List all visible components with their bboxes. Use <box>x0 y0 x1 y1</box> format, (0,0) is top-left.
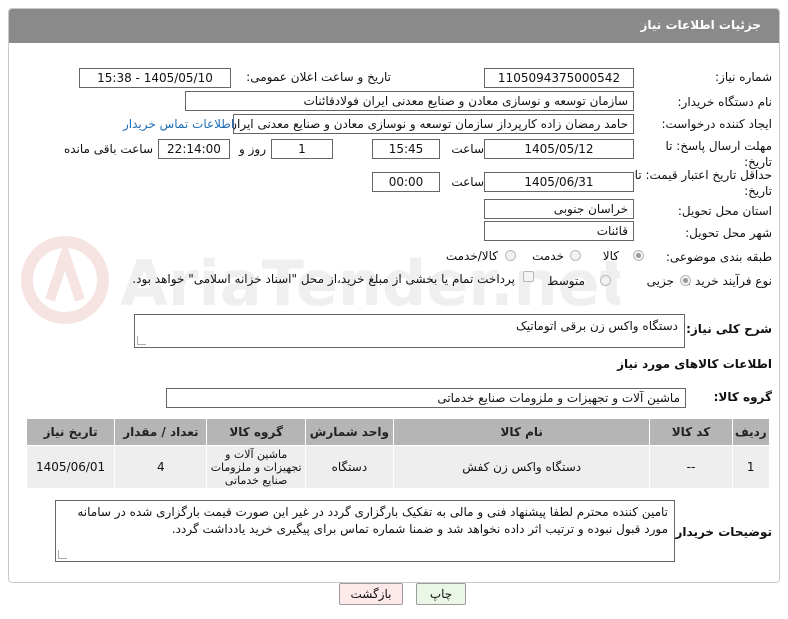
cell-goods-name: دستگاه واکس زن کفش <box>392 445 651 489</box>
announce-datetime-label: تاریخ و ساعت اعلان عمومی: <box>246 70 391 84</box>
need-number-label: شماره نیاز: <box>715 70 772 84</box>
goods-group-value: ماشین آلات و تجهیزات و ملزومات صنایع خدم… <box>166 388 686 408</box>
cell-unit: دستگاه <box>304 445 394 489</box>
resize-handle-icon[interactable] <box>58 550 67 559</box>
process-option-minor: جزیی <box>646 274 674 288</box>
province-label: استان محل تحویل: <box>677 204 772 218</box>
buyer-notes-field[interactable]: تامین کننده محترم لطفا پیشنهاد فنی و مال… <box>55 500 675 562</box>
treasury-payment-note: پرداخت تمام یا بخشی از مبلغ خرید،از محل … <box>132 272 515 286</box>
goods-table: ردیف کد کالا نام کالا واحد شمارش گروه کا… <box>25 418 770 489</box>
reply-time-word: ساعت <box>451 142 484 156</box>
print-button[interactable]: چاپ <box>416 583 466 605</box>
reply-time-value: 15:45 <box>372 139 440 159</box>
cell-goods-group: ماشین آلات و تجهیزات و ملزومات صنایع خدم… <box>206 445 306 489</box>
price-time-value: 00:00 <box>372 172 440 192</box>
requester-value: حامد رمضان زاده کارپرداز سازمان توسعه و … <box>233 114 634 134</box>
price-validity-label: حداقل تاریخ اعتبار قیمت: تا تاریخ: <box>634 168 772 198</box>
resize-handle-icon[interactable] <box>137 336 146 345</box>
cell-need-date: 1405/06/01 <box>25 445 116 489</box>
back-button[interactable]: بازگشت <box>339 583 403 605</box>
table-header-row: ردیف کد کالا نام کالا واحد شمارش گروه کا… <box>25 418 770 446</box>
col-row-number: ردیف <box>731 418 770 446</box>
province-value: خراسان جنوبی <box>484 199 634 219</box>
col-goods-group: گروه کالا <box>206 418 306 446</box>
announce-datetime-value: 1405/05/10 - 15:38 <box>79 68 231 88</box>
buyer-notes-label: توضیحات خریدار: <box>670 525 772 539</box>
category-label: طبقه بندی موضوعی: <box>665 250 772 264</box>
requester-label: ایجاد کننده درخواست: <box>661 117 772 131</box>
goods-group-label: گروه کالا: <box>713 390 772 404</box>
city-value: قائنات <box>484 221 634 241</box>
col-goods-name: نام کالا <box>392 418 651 446</box>
category-radio-goods[interactable] <box>633 250 644 261</box>
category-radio-goods-service[interactable] <box>505 250 516 261</box>
buyer-contact-link[interactable]: اطلاعات تماس خریدار <box>123 117 234 131</box>
process-option-medium: متوسط <box>547 274 585 288</box>
general-desc-field[interactable]: دستگاه واکس زن برقی اتوماتیک <box>134 314 685 348</box>
process-type-label: نوع فرآیند خرید : <box>687 274 772 288</box>
category-option-goods-service: کالا/خدمت <box>445 249 498 263</box>
cell-goods-code: -- <box>649 445 733 489</box>
general-desc-label: شرح کلی نیاز: <box>686 322 772 336</box>
remaining-time-value: 22:14:00 <box>158 139 230 159</box>
process-radio-minor[interactable] <box>680 275 691 286</box>
col-need-date: تاریخ نیاز <box>25 418 116 446</box>
days-value: 1 <box>271 139 333 159</box>
panel-header: جزئیات اطلاعات نیاز <box>9 9 779 43</box>
treasury-payment-checkbox[interactable] <box>523 271 534 282</box>
city-label: شهر محل تحویل: <box>685 226 772 240</box>
col-unit: واحد شمارش <box>304 418 394 446</box>
col-goods-code: کد کالا <box>649 418 733 446</box>
buyer-org-value: سازمان توسعه و نوسازی معادن و صنایع معدن… <box>185 91 634 111</box>
panel-title: جزئیات اطلاعات نیاز <box>640 18 761 32</box>
category-option-goods: کالا <box>602 249 619 263</box>
reply-date-value: 1405/05/12 <box>484 139 634 159</box>
general-desc-text: دستگاه واکس زن برقی اتوماتیک <box>516 319 678 333</box>
buyer-notes-text: تامین کننده محترم لطفا پیشنهاد فنی و مال… <box>77 505 668 536</box>
goods-info-heading: اطلاعات کالاهای مورد نیاز <box>617 357 772 371</box>
process-radio-medium[interactable] <box>600 275 611 286</box>
cell-quantity: 4 <box>114 445 208 489</box>
buyer-org-label: نام دستگاه خریدار: <box>677 95 773 109</box>
cell-row-number: 1 <box>731 445 770 489</box>
category-option-service: خدمت <box>532 249 564 263</box>
col-quantity: تعداد / مقدار <box>114 418 208 446</box>
need-number-value: 1105094375000542 <box>484 68 634 88</box>
reply-deadline-label: مهلت ارسال پاسخ: تا تاریخ: <box>665 139 772 169</box>
table-row: 1 -- دستگاه واکس زن کفش دستگاه ماشین آلا… <box>25 445 770 489</box>
category-radio-service[interactable] <box>570 250 581 261</box>
remaining-label: ساعت باقی مانده <box>63 142 153 156</box>
price-time-word: ساعت <box>451 175 484 189</box>
day-and-word: روز و <box>239 142 266 156</box>
price-date-value: 1405/06/31 <box>484 172 634 192</box>
